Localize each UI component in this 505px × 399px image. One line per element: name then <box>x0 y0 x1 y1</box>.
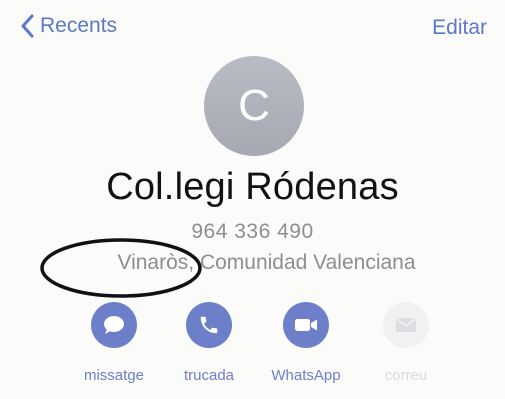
message-action-label: missatge <box>83 367 145 384</box>
edit-button[interactable]: Editar <box>432 16 487 40</box>
contact-phone: 964 336 490 <box>191 220 314 243</box>
nav-back-label: Recents <box>40 14 118 37</box>
contact-name: Col.legi Ródenas <box>106 166 399 208</box>
call-action-label: trucada <box>183 367 235 384</box>
whatsapp-action-label: WhatsApp <box>271 367 341 384</box>
chevron-left-icon <box>20 14 34 38</box>
mail-action-label: correu <box>384 367 428 384</box>
message-action-button[interactable]: missatge <box>69 302 159 384</box>
mail-action-button[interactable]: correu <box>361 302 451 384</box>
call-action-button[interactable]: trucada <box>164 302 254 384</box>
avatar-initial: C <box>238 81 270 130</box>
avatar: C <box>204 56 304 156</box>
mail-icon <box>383 302 429 348</box>
video-icon <box>283 302 329 348</box>
message-icon <box>91 302 137 348</box>
phone-icon <box>186 302 232 348</box>
nav-back-button[interactable]: Recents <box>20 14 117 38</box>
whatsapp-action-button[interactable]: WhatsApp <box>261 302 351 384</box>
contact-location: Vinaròs, Comunidad Valenciana <box>117 251 416 274</box>
